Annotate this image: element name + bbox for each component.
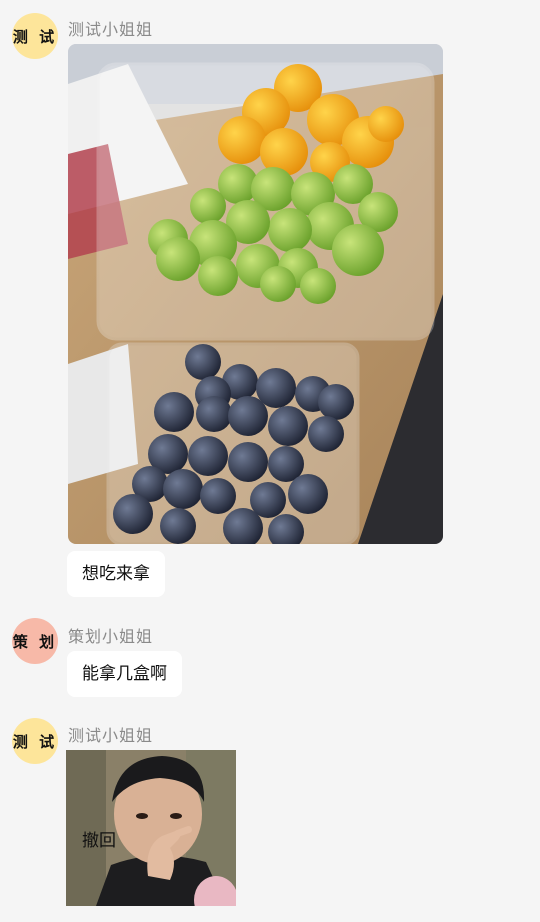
sticker-caption: 撤回 xyxy=(82,831,116,851)
sender-name: 测试小姐姐 xyxy=(68,726,154,745)
sender-name: 测试小姐姐 xyxy=(68,20,154,39)
fruit-photo[interactable] xyxy=(68,44,443,544)
text-bubble[interactable]: 想吃来拿 xyxy=(67,551,165,597)
avatar-planning[interactable]: 策 划 xyxy=(12,618,58,664)
avatar-test[interactable]: 测 试 xyxy=(12,13,58,59)
avatar-test[interactable]: 测 试 xyxy=(12,718,58,764)
text-bubble[interactable]: 能拿几盒啊 xyxy=(67,651,182,697)
sender-name: 策划小姐姐 xyxy=(68,627,154,646)
meme-sticker[interactable]: 撤回 xyxy=(66,750,236,906)
